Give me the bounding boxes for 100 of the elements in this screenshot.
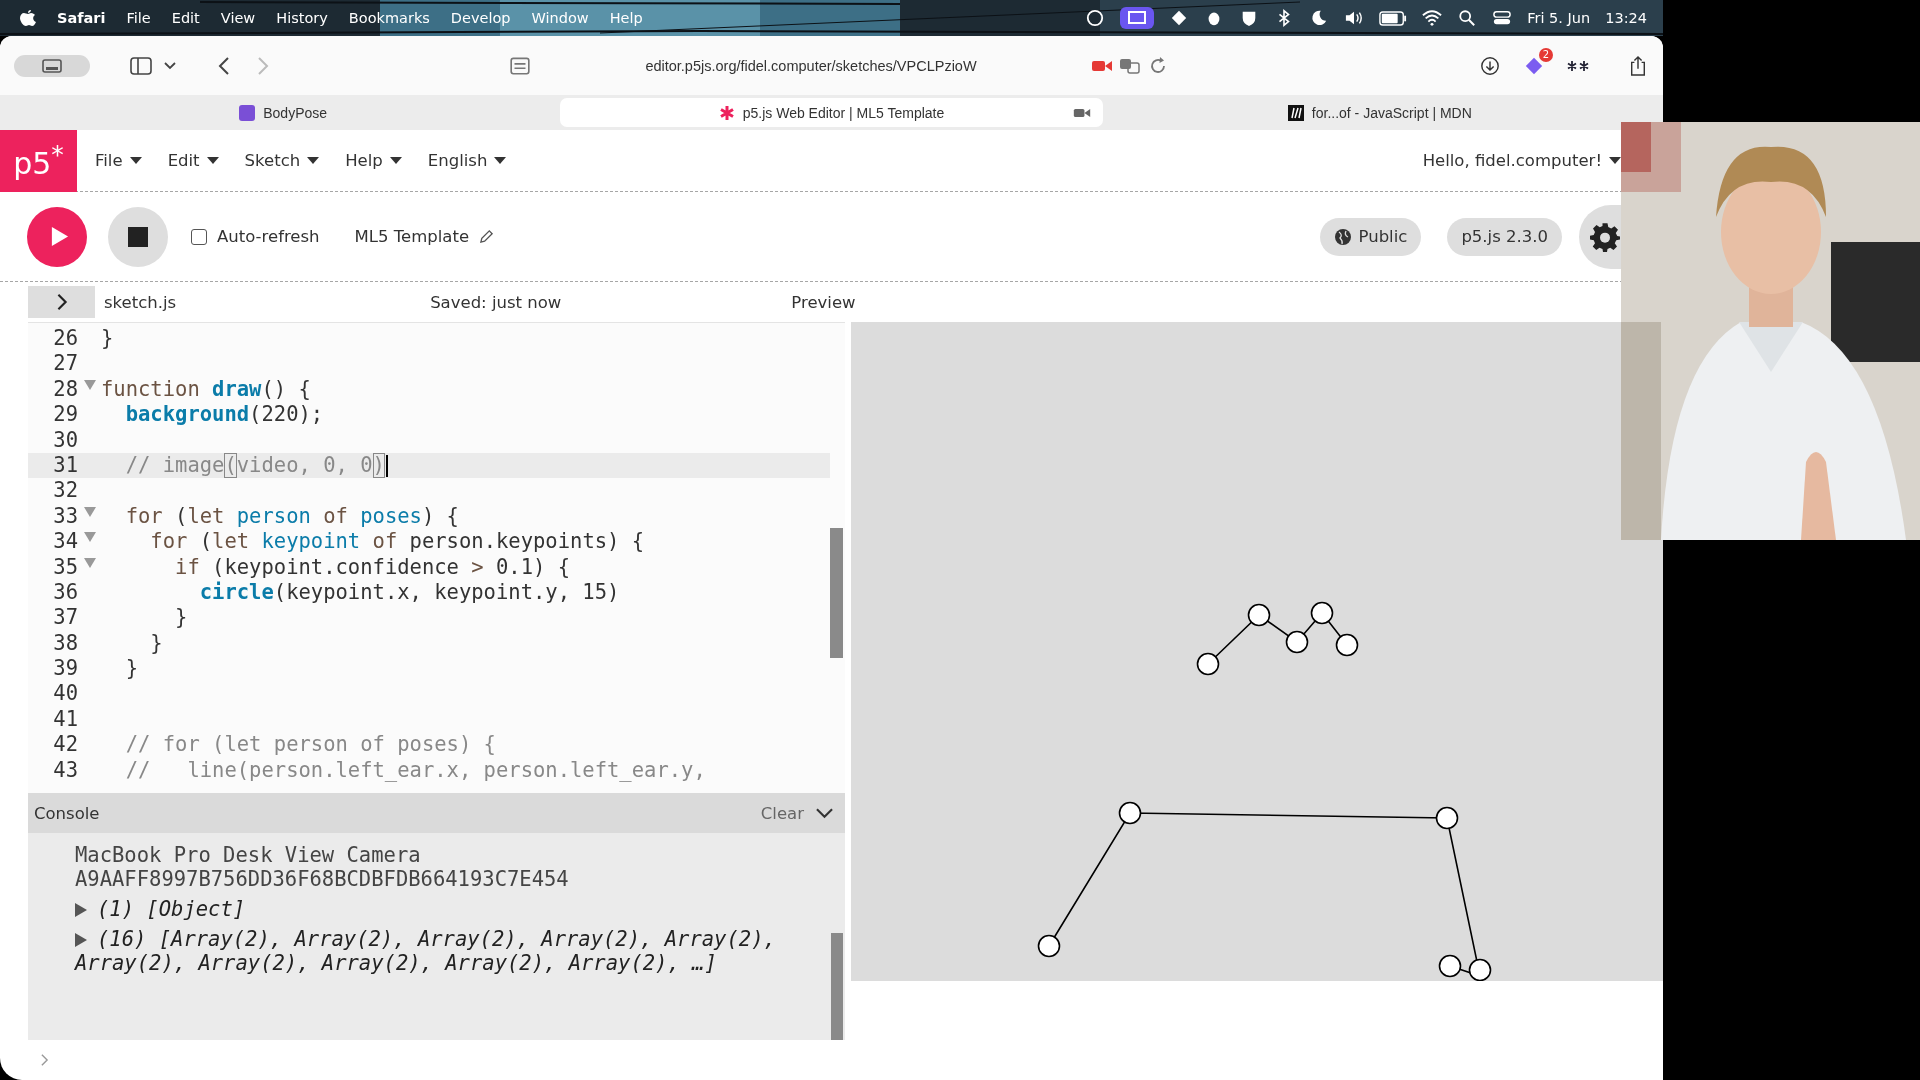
asterisk-icon — [718, 104, 735, 121]
app-logo-icon — [239, 104, 256, 121]
tabs-icon — [42, 58, 62, 73]
code-line: for (let person of poses) { — [124, 503, 459, 530]
code-line: // line(person.left_ear.x, person.left_ear.y, — [124, 757, 706, 784]
share-icon[interactable] — [1629, 53, 1647, 78]
m-logo-icon — [1287, 104, 1304, 121]
line-number: 30 — [52, 427, 78, 453]
scrollbar[interactable] — [830, 528, 843, 658]
settings-button[interactable] — [1579, 204, 1621, 269]
nav-menu[interactable]: English — [423, 147, 511, 174]
control-center-icon[interactable] — [1492, 9, 1513, 27]
line-number: 29 — [52, 402, 78, 428]
search-icon[interactable] — [1457, 9, 1478, 27]
code-line: } — [149, 630, 163, 657]
code-line: if (keypoint.confidence > 0.1) { — [174, 554, 571, 580]
code-line: function draw() { — [101, 376, 311, 403]
browser-tab[interactable]: p5.js Web Editor | ML5 Template — [560, 98, 1103, 127]
apple-icon[interactable] — [20, 9, 36, 27]
screen-icon[interactable] — [1120, 7, 1155, 29]
line-number: 34 — [52, 529, 78, 555]
line-number: 38 — [52, 630, 78, 657]
fold-arrow-icon[interactable] — [83, 379, 96, 390]
time-text: 13:24 — [1605, 10, 1647, 26]
pencil-icon[interactable] — [479, 229, 495, 244]
menu-item[interactable]: Bookmarks — [348, 10, 430, 26]
preview-label: Preview — [791, 292, 856, 312]
circle-icon[interactable] — [1085, 9, 1106, 27]
address-bar[interactable]: editor.p5js.org/fidel.computer/sketches/VPCLPzioW — [509, 47, 1169, 84]
save-status: Saved: just now — [430, 292, 562, 312]
code-line: // image(video, 0, 0) — [101, 452, 388, 479]
collapse-button[interactable] — [28, 286, 95, 318]
console-text: A9AAFF8997B756DD36F68BCDBFDB664193C7E454 — [75, 867, 570, 891]
checkbox-label: Auto-refresh — [217, 227, 320, 246]
nav-menu[interactable]: Help — [341, 147, 406, 174]
line-number: 26 — [52, 326, 78, 352]
browser-tab[interactable]: for...of - JavaScript | MDN — [1108, 98, 1651, 127]
fold-arrow-icon[interactable] — [83, 532, 96, 543]
download-icon[interactable] — [1479, 55, 1501, 76]
menu-item[interactable]: Safari — [57, 10, 106, 26]
code-editor[interactable] — [28, 322, 845, 793]
menu-item[interactable]: History — [276, 10, 328, 26]
p5-logo[interactable]: p5$^{*}$ — [0, 129, 77, 192]
stop-icon — [128, 226, 148, 247]
back-icon[interactable] — [218, 55, 230, 76]
page-icon[interactable] — [509, 55, 531, 76]
tab-overview-button[interactable] — [14, 54, 90, 77]
line-number: 39 — [52, 656, 78, 682]
console-text: MacBook Pro Desk View Camera — [75, 843, 422, 867]
clear-button[interactable]: Clear — [760, 803, 816, 823]
play-icon — [49, 226, 69, 247]
line-number: 33 — [52, 503, 78, 530]
line-number: 42 — [52, 732, 78, 758]
nav-menu[interactable]: Edit — [163, 147, 223, 174]
fold-arrow-icon[interactable] — [83, 506, 96, 517]
scrollbar[interactable] — [831, 933, 843, 1040]
url-text: editor.p5js.org/fidel.computer/sketches/VPCLPzioW — [644, 57, 978, 74]
chevron-down-icon[interactable] — [816, 807, 833, 819]
prompt-icon — [40, 1053, 49, 1067]
nav-menu[interactable]: Sketch — [240, 147, 324, 174]
sidebar-icon[interactable] — [130, 55, 152, 76]
code-line: background(220); — [124, 402, 324, 428]
expand-arrow-icon[interactable] — [75, 903, 87, 917]
wifi-icon[interactable] — [1422, 9, 1443, 27]
menu-item[interactable]: File — [126, 10, 151, 26]
nav-menu[interactable]: File — [91, 147, 146, 174]
chevron-down-icon[interactable] — [164, 61, 176, 70]
browser-tab[interactable]: BodyPose — [12, 98, 555, 127]
visibility-button[interactable]: Public — [1319, 217, 1422, 256]
line-number: 27 — [52, 351, 78, 377]
console-title: Console — [34, 803, 100, 823]
menu-item[interactable]: Develop — [450, 10, 511, 26]
code-line: } — [124, 656, 139, 682]
extension-icon[interactable] — [1523, 55, 1545, 76]
fold-arrow-icon[interactable] — [83, 557, 96, 568]
line-number: 41 — [52, 706, 78, 733]
line-number: 43 — [52, 757, 78, 784]
line-number: 31 — [52, 452, 78, 479]
line-number: 40 — [52, 681, 78, 707]
globe-icon — [1333, 227, 1352, 246]
menu-item[interactable]: Edit — [171, 10, 200, 26]
console-object[interactable]: (1) [Object] — [75, 897, 815, 921]
version-button[interactable]: p5.js 2.3.0 — [1447, 217, 1562, 256]
expand-arrow-icon[interactable] — [75, 933, 87, 947]
console-object[interactable]: (16) [Array(2), Array(2), Array(2), Array(2), Array(2), Array(2), Array(2), Array(2), Array(2), Array(2), …] — [75, 927, 815, 975]
menu-item[interactable]: View — [220, 10, 256, 26]
sketch-name[interactable]: ML5 Template — [354, 227, 470, 246]
line-number: 28 — [52, 376, 78, 403]
line-number: 35 — [52, 554, 78, 580]
line-number: 36 — [52, 579, 78, 606]
checkbox[interactable] — [191, 228, 207, 245]
code-line: } — [101, 326, 114, 352]
speaker-icon[interactable] — [1344, 9, 1365, 27]
code-line: } — [174, 605, 188, 631]
settings-icon — [1590, 221, 1620, 252]
file-name[interactable]: sketch.js — [104, 292, 177, 312]
line-number: 32 — [52, 478, 78, 504]
battery-icon[interactable] — [1379, 10, 1408, 26]
date-text: Fri 5. Jun — [1527, 10, 1591, 26]
video-camera-icon[interactable] — [1072, 106, 1091, 119]
